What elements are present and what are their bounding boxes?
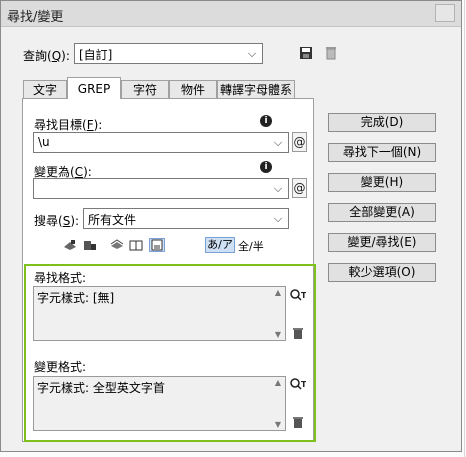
tab-text[interactable]: 文字 bbox=[23, 80, 67, 99]
change-button[interactable]: 變更(H) bbox=[328, 173, 436, 192]
chevron-down-icon: ⌵ bbox=[247, 46, 257, 60]
dialog-title: 尋找/變更 bbox=[7, 10, 64, 25]
special-chars-find-button[interactable]: @ bbox=[292, 132, 307, 152]
save-query-icon[interactable] bbox=[297, 44, 315, 62]
search-scope-select[interactable]: 所有文件 ⌵ bbox=[83, 208, 289, 229]
done-button[interactable]: 完成(D) bbox=[328, 113, 436, 132]
scroll-down-icon[interactable]: ▼ bbox=[275, 330, 281, 339]
change-format-box[interactable]: 字元樣式: 全型英文字首 ▲ ▼ bbox=[33, 376, 286, 431]
query-select[interactable]: [自訂] ⌵ bbox=[74, 43, 263, 64]
info-icon[interactable]: i bbox=[260, 115, 272, 127]
change-format-value: 字元樣式: 全型英文字首 bbox=[37, 381, 165, 395]
close-button[interactable] bbox=[435, 4, 455, 22]
specify-find-format-icon[interactable]: T bbox=[289, 287, 307, 305]
scroll-down-icon[interactable]: ▼ bbox=[275, 420, 281, 429]
find-change-dialog: 尋找/變更 查詢(Q): [自訂] ⌵ 文字 GREP 字符 物件 轉譯字母體系… bbox=[0, 0, 462, 452]
clear-find-format-icon[interactable] bbox=[289, 324, 307, 342]
tab-transliterate[interactable]: 轉譯字母體系 bbox=[217, 80, 295, 99]
include-hidden-layers-icon[interactable] bbox=[109, 238, 125, 252]
change-input[interactable]: ⌵ bbox=[33, 178, 289, 199]
find-value: \u bbox=[38, 135, 50, 149]
find-input[interactable]: \u ⌵ bbox=[33, 132, 289, 153]
svg-text:T: T bbox=[301, 291, 306, 300]
change-all-button[interactable]: 全部變更(A) bbox=[328, 203, 436, 222]
fewer-options-button[interactable]: 較少選項(O) bbox=[328, 263, 436, 282]
clear-change-format-icon[interactable] bbox=[289, 413, 307, 431]
specify-change-format-icon[interactable]: T bbox=[289, 376, 307, 394]
tab-glyph[interactable]: 字符 bbox=[121, 80, 169, 99]
scrollbar[interactable]: ▲ ▼ bbox=[272, 378, 284, 429]
chevron-down-icon: ⌵ bbox=[273, 181, 283, 195]
svg-text:T: T bbox=[301, 380, 306, 389]
kana-sensitive-toggle[interactable]: あ/ア bbox=[205, 237, 235, 253]
scrollbar[interactable]: ▲ ▼ bbox=[272, 288, 284, 339]
find-next-button[interactable]: 尋找下一個(N) bbox=[328, 143, 436, 162]
include-master-pages-icon[interactable] bbox=[128, 238, 144, 252]
find-label: 尋找目標(F): bbox=[34, 118, 103, 132]
find-format-label: 尋找格式: bbox=[34, 271, 87, 285]
include-footnotes-icon[interactable] bbox=[149, 238, 165, 252]
width-sensitive-toggle[interactable]: 全/半 bbox=[238, 238, 264, 254]
query-value: [自訂] bbox=[79, 48, 113, 62]
info-icon[interactable]: i bbox=[260, 161, 272, 173]
tab-object[interactable]: 物件 bbox=[169, 80, 217, 99]
chevron-down-icon: ⌵ bbox=[273, 135, 283, 149]
scroll-up-icon[interactable]: ▲ bbox=[275, 378, 281, 387]
query-label: 查詢(Q): bbox=[23, 49, 70, 63]
find-format-value: 字元樣式: [無] bbox=[37, 291, 115, 305]
find-format-box[interactable]: 字元樣式: [無] ▲ ▼ bbox=[33, 286, 286, 341]
title-bar[interactable]: 尋找/變更 bbox=[1, 1, 461, 27]
delete-query-icon[interactable] bbox=[322, 44, 340, 62]
change-find-button[interactable]: 變更/尋找(E) bbox=[328, 233, 436, 252]
tab-grep[interactable]: GREP bbox=[67, 77, 121, 99]
change-format-label: 變更格式: bbox=[34, 360, 87, 374]
include-locked-layers-icon[interactable] bbox=[62, 238, 78, 252]
chevron-down-icon: ⌵ bbox=[273, 211, 283, 225]
scroll-up-icon[interactable]: ▲ bbox=[275, 288, 281, 297]
search-label: 搜尋(S): bbox=[34, 214, 80, 228]
search-scope-value: 所有文件 bbox=[88, 213, 137, 227]
special-chars-change-button[interactable]: @ bbox=[292, 178, 307, 198]
include-locked-stories-icon[interactable] bbox=[82, 238, 98, 252]
